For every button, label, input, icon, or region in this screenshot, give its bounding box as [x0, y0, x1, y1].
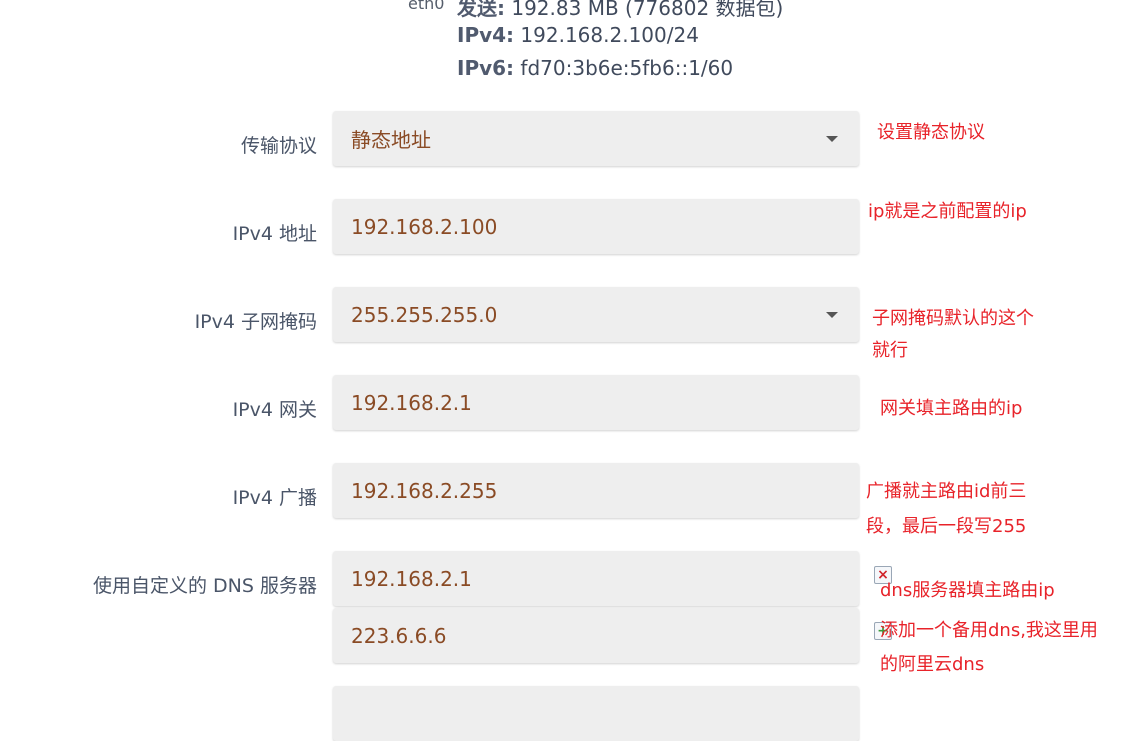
ipv4-netmask-value: 255.255.255.0	[351, 302, 498, 327]
ipv4-netmask-select[interactable]: 255.255.255.0	[333, 287, 859, 342]
annotation-netmask-1: 子网掩码默认的这个	[872, 308, 1034, 329]
ipv4-address-input[interactable]: 192.168.2.100	[333, 199, 859, 254]
dns-value-1: 192.168.2.1	[351, 566, 472, 591]
annotation-dns-backup-1: 添加一个备用dns,我这里用	[880, 620, 1098, 641]
chevron-down-icon	[826, 136, 838, 142]
annotation-broadcast-1: 广播就主路由id前三	[866, 481, 1027, 502]
annotation-dns-backup-2: 的阿里云dns	[880, 654, 985, 675]
ipv4-netmask-label: IPv4 子网掩码	[194, 311, 317, 333]
ipv4-broadcast-value: 192.168.2.255	[351, 478, 498, 503]
chevron-down-icon	[826, 312, 838, 318]
dns-value-2: 223.6.6.6	[351, 623, 447, 648]
ipv4-stat: IPv4: 192.168.2.100/24	[457, 23, 699, 47]
dns-input-2[interactable]: 223.6.6.6	[333, 608, 859, 663]
annotation-broadcast-2: 段，最后一段写255	[866, 516, 1027, 537]
annotation-address: ip就是之前配置的ip	[868, 201, 1027, 222]
tx-stat: 发送: 192.83 MB (776802 数据包)	[457, 0, 784, 20]
interface-name: eth0	[408, 0, 445, 13]
ipv4-address-label: IPv4 地址	[232, 223, 317, 245]
annotation-protocol: 设置静态协议	[877, 122, 985, 143]
annotation-netmask-2: 就行	[872, 340, 908, 361]
dns-input-3[interactable]	[333, 686, 859, 741]
protocol-select[interactable]: 静态地址	[333, 111, 859, 166]
annotation-dns: dns服务器填主路由ip	[880, 580, 1055, 601]
ipv4-gateway-input[interactable]: 192.168.2.1	[333, 375, 859, 430]
protocol-label: 传输协议	[240, 135, 317, 157]
ipv6-stat: IPv6: fd70:3b6e:5fb6::1/60	[457, 56, 734, 80]
dns-label: 使用自定义的 DNS 服务器	[93, 575, 317, 597]
dns-input-1[interactable]: 192.168.2.1	[333, 551, 859, 606]
ipv4-broadcast-label: IPv4 广播	[232, 487, 317, 509]
ipv4-address-value: 192.168.2.100	[351, 214, 498, 239]
ipv4-gateway-value: 192.168.2.1	[351, 390, 472, 415]
ipv4-gateway-label: IPv4 网关	[232, 399, 317, 421]
ipv4-broadcast-input[interactable]: 192.168.2.255	[333, 463, 859, 518]
protocol-value: 静态地址	[351, 128, 431, 152]
annotation-gateway: 网关填主路由的ip	[880, 398, 1023, 419]
